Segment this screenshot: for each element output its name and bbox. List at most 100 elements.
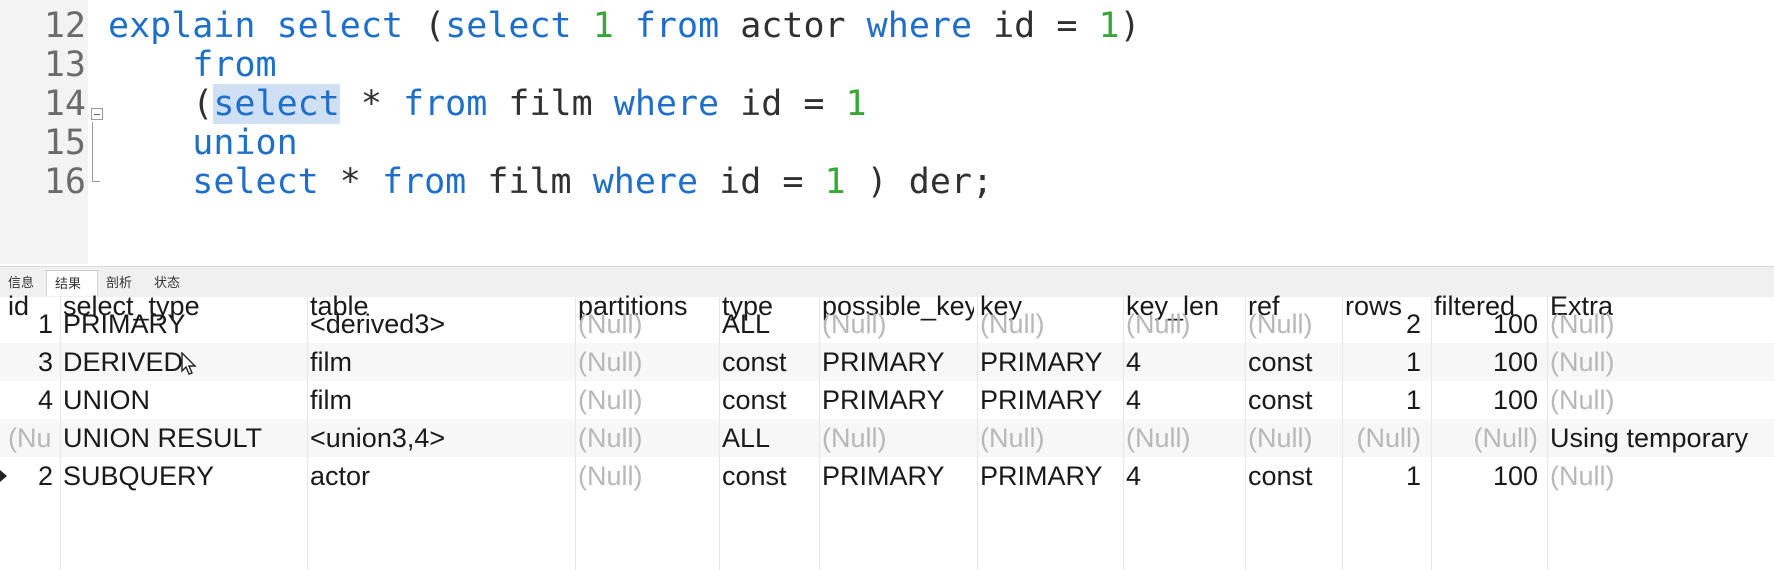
line-number-gutter: 12 13 14 15 16 bbox=[0, 0, 88, 264]
line-number: 15 bbox=[43, 123, 86, 163]
table-cell[interactable]: 2 bbox=[1345, 305, 1421, 343]
sql-editor[interactable]: 12 13 14 15 16 explain select (select 1 from… bbox=[0, 0, 1774, 264]
table-cell[interactable]: (Null) bbox=[980, 419, 1116, 457]
table-cell[interactable]: PRIMARY bbox=[822, 343, 970, 381]
table-cell[interactable]: const bbox=[722, 343, 812, 381]
column-divider[interactable] bbox=[60, 297, 61, 570]
code-line[interactable]: from bbox=[108, 43, 276, 87]
table-cell[interactable]: (Null) bbox=[578, 419, 712, 457]
table-cell[interactable]: (Null) bbox=[980, 305, 1116, 343]
sql-text: * bbox=[339, 84, 404, 124]
sql-number: 1 bbox=[845, 84, 867, 124]
table-row[interactable]: 3 DERIVED film (Null) const PRIMARY PRIMARY 4 co… bbox=[0, 343, 1774, 381]
table-cell[interactable]: PRIMARY bbox=[822, 381, 970, 419]
table-cell[interactable]: PRIMARY bbox=[980, 343, 1116, 381]
table-cell[interactable]: <union3,4> bbox=[310, 419, 568, 457]
table-cell[interactable]: PRIMARY bbox=[980, 381, 1116, 419]
table-row[interactable]: 4 UNION film (Null) const PRIMARY PRIMARY 4 cons… bbox=[0, 381, 1774, 419]
table-cell[interactable]: UNION RESULT bbox=[63, 419, 300, 457]
table-cell[interactable]: PRIMARY bbox=[63, 305, 300, 343]
table-cell[interactable]: UNION bbox=[63, 381, 300, 419]
sql-text: ) der; bbox=[845, 162, 994, 202]
table-cell[interactable]: 4 bbox=[1126, 381, 1238, 419]
table-cell[interactable]: 1 bbox=[8, 305, 53, 343]
table-cell[interactable]: 2 bbox=[8, 457, 53, 495]
table-cell[interactable]: (Null) bbox=[1550, 381, 1762, 419]
table-cell[interactable]: film bbox=[310, 381, 568, 419]
sql-text: id = bbox=[972, 6, 1099, 46]
table-cell[interactable]: (Null) bbox=[822, 419, 970, 457]
table-row[interactable]: 2 SUBQUERY actor (Null) const PRIMARY PRIMARY 4… bbox=[0, 457, 1774, 495]
column-divider[interactable] bbox=[1431, 297, 1432, 570]
table-cell[interactable]: const bbox=[1248, 381, 1335, 419]
code-line[interactable]: explain select (select 1 from actor wher… bbox=[108, 4, 1141, 48]
sql-text: ( bbox=[108, 84, 214, 124]
table-cell[interactable]: (Null) bbox=[578, 381, 712, 419]
table-cell[interactable]: const bbox=[722, 381, 812, 419]
table-cell[interactable]: (Null) bbox=[1248, 305, 1335, 343]
table-cell[interactable]: 4 bbox=[8, 381, 53, 419]
sql-keyword: from bbox=[634, 6, 720, 46]
table-cell[interactable]: 1 bbox=[1345, 343, 1421, 381]
table-cell[interactable]: (Null) bbox=[578, 457, 712, 495]
sql-text: film bbox=[466, 162, 593, 202]
table-cell[interactable]: Using temporary bbox=[1550, 419, 1762, 457]
column-divider[interactable] bbox=[575, 297, 576, 570]
table-cell[interactable]: 4 bbox=[1126, 457, 1238, 495]
table-cell[interactable]: PRIMARY bbox=[822, 457, 970, 495]
table-cell[interactable]: (Null) bbox=[1126, 305, 1238, 343]
column-divider[interactable] bbox=[1123, 297, 1124, 570]
table-cell[interactable]: (Null) bbox=[1345, 419, 1422, 457]
table-row[interactable]: (Null) UNION RESULT <union3,4> (Null) ALL (Nu… bbox=[0, 419, 1774, 457]
table-row[interactable]: 1 PRIMARY <derived3> (Null) ALL (Null) (Null) (… bbox=[0, 305, 1774, 343]
column-divider[interactable] bbox=[1245, 297, 1246, 570]
table-cell[interactable]: PRIMARY bbox=[980, 457, 1116, 495]
table-cell[interactable]: 100 bbox=[1434, 381, 1538, 419]
code-line[interactable]: union bbox=[108, 121, 297, 165]
table-cell[interactable]: ALL bbox=[722, 305, 812, 343]
column-divider[interactable] bbox=[1342, 297, 1343, 570]
sql-keyword: select bbox=[276, 6, 404, 46]
column-divider[interactable] bbox=[977, 297, 978, 570]
column-divider[interactable] bbox=[719, 297, 720, 570]
column-divider[interactable] bbox=[1547, 297, 1548, 570]
table-cell[interactable]: ALL bbox=[722, 419, 812, 457]
sql-number: 1 bbox=[1098, 6, 1120, 46]
column-divider[interactable] bbox=[307, 297, 308, 570]
table-cell[interactable]: (Null) bbox=[1550, 305, 1762, 343]
table-cell[interactable]: (Null) bbox=[8, 419, 53, 457]
column-divider[interactable] bbox=[819, 297, 820, 570]
table-cell[interactable]: (Null) bbox=[1550, 343, 1762, 381]
sql-keyword: select bbox=[445, 6, 572, 46]
table-cell[interactable]: 3 bbox=[8, 343, 53, 381]
table-cell[interactable]: 100 bbox=[1434, 343, 1538, 381]
table-cell[interactable]: const bbox=[1248, 343, 1335, 381]
table-cell[interactable]: <derived3> bbox=[310, 305, 568, 343]
table-cell[interactable]: (Null) bbox=[822, 305, 970, 343]
table-cell[interactable]: (Null) bbox=[578, 305, 712, 343]
table-cell[interactable]: 4 bbox=[1126, 343, 1238, 381]
table-cell[interactable]: 100 bbox=[1434, 305, 1538, 343]
table-cell[interactable]: (Null) bbox=[1550, 457, 1762, 495]
table-cell[interactable]: 1 bbox=[1345, 457, 1421, 495]
result-grid[interactable]: id select_type table partitions type possible… bbox=[0, 291, 1774, 570]
table-cell[interactable]: 100 bbox=[1434, 457, 1538, 495]
table-cell[interactable]: 1 bbox=[1345, 381, 1421, 419]
table-cell[interactable]: const bbox=[722, 457, 812, 495]
current-row-arrow-icon bbox=[0, 470, 7, 482]
code-line[interactable]: select * from film where id = 1 ) der; bbox=[108, 160, 993, 204]
line-number: 12 bbox=[43, 6, 86, 46]
table-cell[interactable]: (Null) bbox=[1248, 419, 1335, 457]
table-cell[interactable]: actor bbox=[310, 457, 568, 495]
table-cell[interactable]: (Null) bbox=[578, 343, 712, 381]
table-cell[interactable]: (Null) bbox=[1126, 419, 1238, 457]
sql-keyword: select bbox=[192, 162, 319, 202]
table-cell[interactable]: (Null) bbox=[1434, 419, 1539, 457]
table-cell[interactable]: const bbox=[1248, 457, 1335, 495]
fold-guide-line bbox=[92, 122, 93, 182]
table-cell[interactable]: SUBQUERY bbox=[63, 457, 300, 495]
code-line[interactable]: (select * from film where id = 1 bbox=[108, 82, 867, 126]
fold-collapse-icon[interactable] bbox=[91, 108, 103, 120]
table-cell[interactable]: film bbox=[310, 343, 568, 381]
